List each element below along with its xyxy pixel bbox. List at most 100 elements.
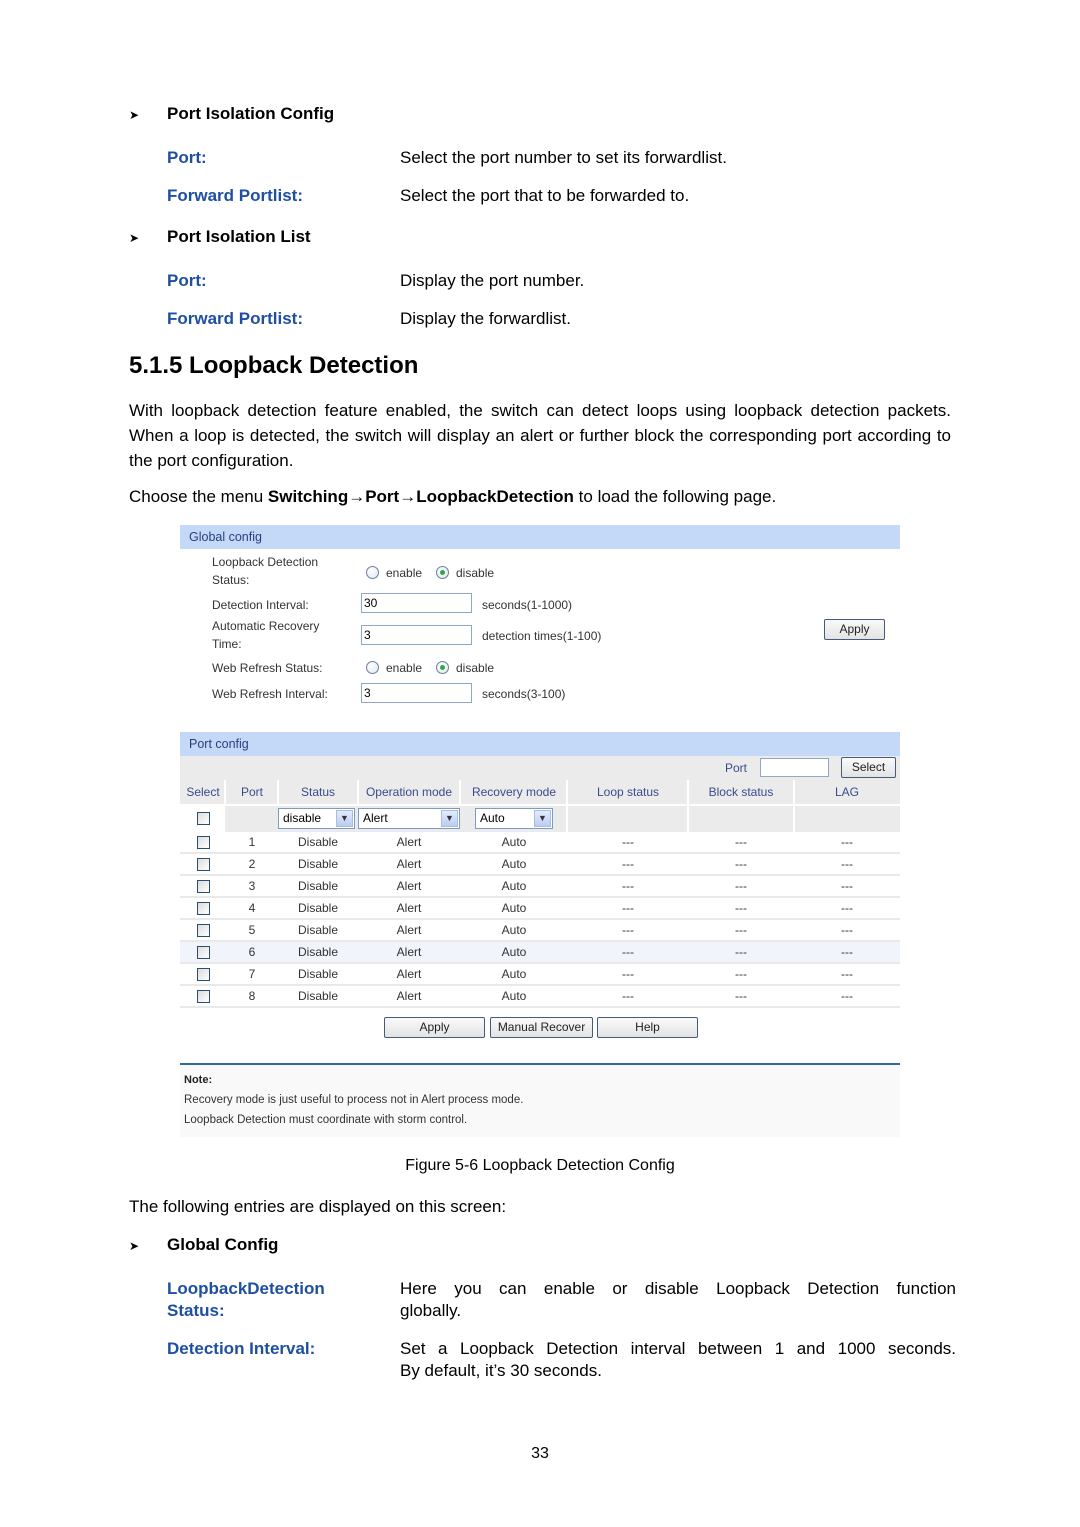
cell-operation-mode: Alert	[396, 879, 422, 893]
cell-block-status: ---	[735, 923, 747, 937]
cell-status: Disable	[297, 945, 339, 959]
figure-caption: Figure 5-6 Loopback Detection Config	[405, 1157, 675, 1174]
global-config-header: Global config	[180, 525, 900, 549]
row-select-checkbox[interactable]	[197, 924, 210, 937]
cell-block-status: ---	[735, 967, 747, 981]
row-select-checkbox[interactable]	[197, 858, 210, 871]
port-select-button[interactable]: Select	[841, 757, 896, 778]
cell-recovery-mode: Auto	[501, 857, 527, 871]
table-row[interactable]: 1 Disable Alert Auto --- --- ---	[180, 832, 900, 854]
apply-button[interactable]: Apply	[384, 1017, 485, 1038]
cell-loop-status: ---	[622, 901, 634, 915]
cell-status: Disable	[297, 923, 339, 937]
web-refresh-interval-label: Web Refresh Interval:	[212, 687, 328, 701]
table-row[interactable]: 3 Disable Alert Auto --- --- ---	[180, 876, 900, 898]
port-search-input[interactable]	[760, 758, 829, 777]
manual-recover-button[interactable]: Manual Recover	[490, 1017, 593, 1038]
global-apply-button[interactable]: Apply	[824, 619, 885, 640]
web-refresh-disable-radio[interactable]	[436, 661, 449, 674]
auto-recovery-hint: detection times(1-100)	[482, 629, 602, 643]
loopback-detection-screenshot: Global config Loopback Detection Status:…	[180, 525, 900, 1137]
help-button[interactable]: Help	[597, 1017, 698, 1038]
cell-loop-status: ---	[622, 879, 634, 893]
cell-block-status: ---	[735, 835, 747, 849]
cell-lag: ---	[841, 835, 853, 849]
cell-port: 1	[248, 835, 256, 849]
cell-loop-status: ---	[622, 945, 634, 959]
row-select-checkbox[interactable]	[197, 880, 210, 893]
cell-block-status: ---	[735, 945, 747, 959]
menu-path: Switching→Port→LoopbackDetection	[267, 487, 574, 506]
cell-status: Disable	[297, 857, 339, 871]
cell-lag: ---	[841, 945, 853, 959]
operation-mode-filter-select[interactable]: Alert ▼	[358, 808, 460, 829]
table-row[interactable]: 8 Disable Alert Auto --- --- ---	[180, 986, 900, 1008]
cell-port: 6	[248, 945, 256, 959]
loopback-status-enable-label: enable	[386, 566, 423, 580]
cell-port: 4	[248, 901, 256, 915]
cell-port: 7	[248, 967, 256, 981]
entries-intro: The following entries are displayed on t…	[129, 1197, 507, 1216]
col-port: Port	[240, 785, 263, 799]
cell-status: Disable	[297, 835, 339, 849]
note-box: Note: Recovery mode is just useful to pr…	[180, 1065, 900, 1137]
cell-port: 3	[248, 879, 256, 893]
desc-port: Display the port number.	[400, 271, 585, 290]
col-loop-status: Loop status	[596, 785, 660, 799]
cell-recovery-mode: Auto	[501, 989, 527, 1003]
desc-port: Select the port number to set its forwar…	[400, 148, 727, 167]
desc-loopback-detection-status: Here you can enable or disable Loopback …	[400, 1279, 956, 1320]
section-title: 5.1.5 Loopback Detection	[129, 352, 419, 379]
cell-loop-status: ---	[622, 923, 634, 937]
loopback-status-enable-radio[interactable]	[366, 566, 379, 579]
col-status: Status	[300, 785, 336, 799]
term-loopback-detection-status: LoopbackDetection Status:	[167, 1279, 325, 1320]
bullet-arrow-icon: ➤	[129, 231, 140, 245]
cell-status: Disable	[297, 901, 339, 915]
cell-status: Disable	[297, 967, 339, 981]
detection-interval-input[interactable]: 30	[361, 593, 472, 613]
row-select-checkbox[interactable]	[197, 836, 210, 849]
cell-loop-status: ---	[622, 835, 634, 849]
cell-block-status: ---	[735, 901, 747, 915]
cell-recovery-mode: Auto	[501, 835, 527, 849]
web-refresh-interval-input[interactable]: 3	[361, 683, 472, 703]
table-row[interactable]: 6 Disable Alert Auto --- --- ---	[180, 942, 900, 964]
table-row[interactable]: 4 Disable Alert Auto --- --- ---	[180, 898, 900, 920]
cell-operation-mode: Alert	[396, 923, 422, 937]
port-search-bar: Port Select	[180, 756, 900, 780]
recovery-mode-filter-select[interactable]: Auto ▼	[475, 808, 553, 829]
note-title: Note:	[184, 1074, 213, 1086]
desc-forward-portlist: Select the port that to be forwarded to.	[400, 186, 690, 205]
port-isolation-list-heading: ➤ Port Isolation List	[129, 227, 311, 246]
table-row[interactable]: 7 Disable Alert Auto --- --- ---	[180, 964, 900, 986]
chevron-down-icon: ▼	[441, 810, 458, 827]
loopback-status-label: Loopback Detection Status:	[212, 555, 319, 587]
row-select-checkbox[interactable]	[197, 990, 210, 1003]
cell-recovery-mode: Auto	[501, 923, 527, 937]
detection-interval-label: Detection Interval:	[212, 598, 309, 612]
port-search-label: Port	[725, 761, 748, 775]
row-select-checkbox[interactable]	[197, 946, 210, 959]
port-isolation-config-heading: ➤ Port Isolation Config	[129, 104, 335, 123]
auto-recovery-input[interactable]: 3	[361, 625, 472, 645]
auto-recovery-label: Automatic Recovery Time:	[212, 619, 320, 651]
table-row[interactable]: 2 Disable Alert Auto --- --- ---	[180, 854, 900, 876]
cell-recovery-mode: Auto	[501, 967, 527, 981]
select-all-checkbox[interactable]	[197, 812, 210, 825]
loopback-status-disable-radio[interactable]	[436, 566, 449, 579]
col-lag: LAG	[834, 785, 859, 799]
status-filter-select[interactable]: disable ▼	[278, 808, 355, 829]
row-select-checkbox[interactable]	[197, 902, 210, 915]
row-select-checkbox[interactable]	[197, 968, 210, 981]
web-refresh-interval-hint: seconds(3-100)	[482, 687, 566, 701]
table-row[interactable]: 5 Disable Alert Auto --- --- ---	[180, 920, 900, 942]
cell-lag: ---	[841, 857, 853, 871]
cell-lag: ---	[841, 879, 853, 893]
note-line-1: Recovery mode is just useful to process …	[184, 1094, 524, 1106]
web-refresh-enable-radio[interactable]	[366, 661, 379, 674]
term-detection-interval: Detection Interval:	[167, 1339, 316, 1358]
cell-recovery-mode: Auto	[501, 901, 527, 915]
global-config-desc-heading: ➤ Global Config	[129, 1235, 279, 1254]
cell-status: Disable	[297, 989, 339, 1003]
